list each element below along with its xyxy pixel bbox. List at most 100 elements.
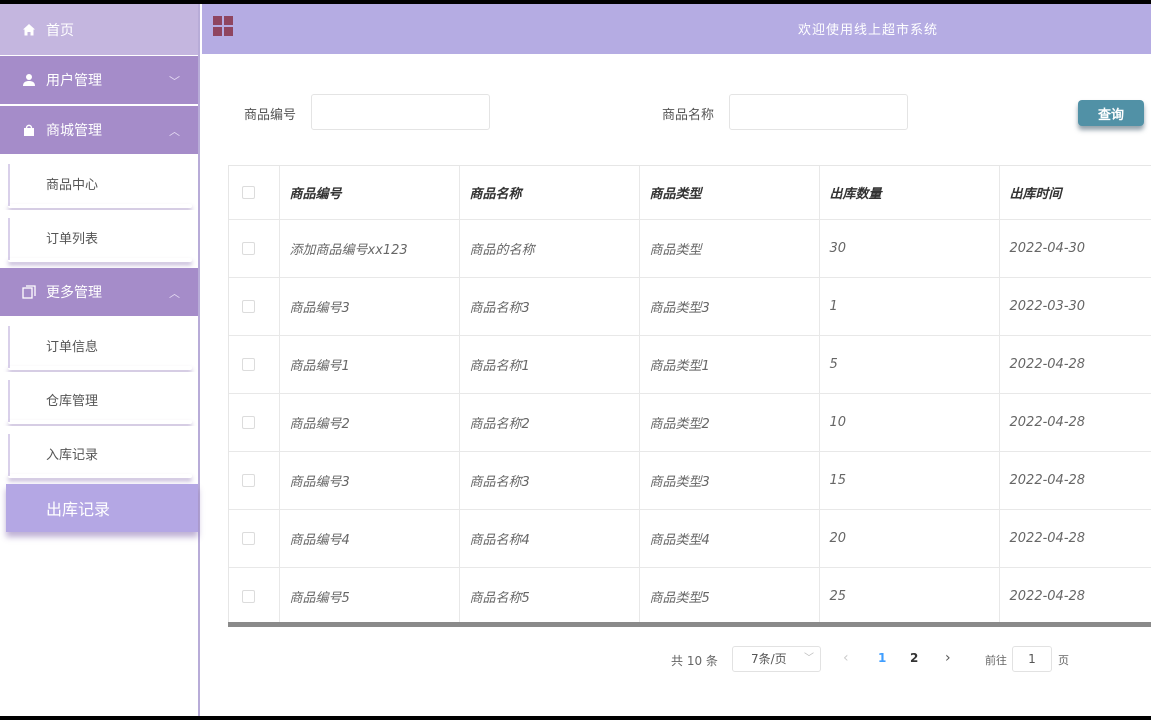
cell-quantity: 25 xyxy=(819,567,1000,626)
cell-product-code: 商品编号3 xyxy=(279,451,460,510)
frame-bottom-border xyxy=(0,716,1151,720)
sidebar: 首页 用户管理 ﹀ 商城管理 ︿ 商品中心 订单列表 更多管理 ︿ 订单信息 仓… xyxy=(0,4,200,716)
sidebar-item-order-info[interactable]: 订单信息 xyxy=(0,318,198,372)
copy-icon xyxy=(22,285,36,299)
sidebar-item-label: 订单信息 xyxy=(46,339,99,355)
page-suffix-label: 页 xyxy=(1058,654,1069,667)
row-select-cell xyxy=(229,277,280,336)
cell-time: 2022-04-28 xyxy=(999,451,1151,510)
product-code-label: 商品编号 xyxy=(244,108,297,123)
cell-quantity: 30 xyxy=(819,219,1000,278)
table-header-row: 商品编号 商品名称 商品类型 出库数量 出库时间 xyxy=(229,166,1151,220)
row-select-cell xyxy=(229,509,280,568)
cell-product-name: 商品名称5 xyxy=(459,567,640,626)
next-page-button[interactable]: › xyxy=(945,650,951,666)
row-select-cell xyxy=(229,451,280,510)
prev-page-button[interactable]: ‹ xyxy=(843,650,849,666)
cell-time: 2022-04-28 xyxy=(999,567,1151,626)
cell-product-name: 商品名称4 xyxy=(459,509,640,568)
top-header: 欢迎使用线上超市系统 xyxy=(202,4,1151,54)
sidebar-item-label: 商品中心 xyxy=(46,177,99,193)
column-header[interactable]: 商品名称 xyxy=(459,166,640,220)
cell-product-name: 商品名称2 xyxy=(459,393,640,452)
cell-time: 2022-04-30 xyxy=(999,219,1151,278)
grid-icon[interactable] xyxy=(213,16,233,36)
user-icon xyxy=(23,74,35,86)
select-all-cell xyxy=(229,166,280,220)
chevron-down-icon: ﹀ xyxy=(169,75,180,88)
sidebar-item-order-list[interactable]: 订单列表 xyxy=(0,210,198,264)
sidebar-group-label: 用户管理 xyxy=(46,73,102,89)
row-checkbox[interactable] xyxy=(242,357,255,371)
sidebar-group-mall[interactable]: 商城管理 ︿ xyxy=(0,106,198,156)
query-button[interactable]: 查询 xyxy=(1078,100,1144,126)
sidebar-item-label: 订单列表 xyxy=(46,231,99,247)
cell-quantity: 1 xyxy=(819,277,1000,336)
cell-product-type: 商品类型3 xyxy=(639,277,820,336)
product-name-label: 商品名称 xyxy=(662,108,715,123)
page-number-1[interactable]: 1 xyxy=(878,651,886,665)
page-number-2[interactable]: 2 xyxy=(910,651,918,665)
cell-quantity: 15 xyxy=(819,451,1000,510)
select-all-checkbox[interactable] xyxy=(242,185,255,199)
cell-product-code: 添加商品编号xx123 xyxy=(279,219,460,278)
product-code-input[interactable] xyxy=(311,94,490,130)
cell-product-type: 商品类型3 xyxy=(639,451,820,510)
cell-time: 2022-04-28 xyxy=(999,335,1151,394)
cell-product-type: 商品类型 xyxy=(639,219,820,278)
header-title: 欢迎使用线上超市系统 xyxy=(798,23,939,38)
row-checkbox[interactable] xyxy=(242,241,255,255)
row-checkbox[interactable] xyxy=(242,415,255,429)
row-checkbox[interactable] xyxy=(242,299,255,313)
table-row[interactable]: 商品编号5 商品名称5 商品类型5 25 2022-04-28 xyxy=(229,567,1151,626)
chevron-down-icon: ﹀ xyxy=(804,653,814,664)
shopping-bag-icon xyxy=(24,124,34,136)
cell-product-code: 商品编号3 xyxy=(279,277,460,336)
cell-product-code: 商品编号5 xyxy=(279,567,460,626)
sidebar-group-user[interactable]: 用户管理 ﹀ xyxy=(0,56,198,106)
product-name-input[interactable] xyxy=(729,94,908,130)
row-select-cell xyxy=(229,393,280,452)
sidebar-item-product-center[interactable]: 商品中心 xyxy=(0,156,198,210)
outbound-table: 商品编号 商品名称 商品类型 出库数量 出库时间 添加商品编号xx123 商品的… xyxy=(228,165,1151,627)
pagination-total: 共 10 条 xyxy=(671,654,718,668)
table-horizontal-scrollbar[interactable] xyxy=(228,622,1151,627)
cell-product-name: 商品的名称 xyxy=(459,219,640,278)
cell-quantity: 10 xyxy=(819,393,1000,452)
goto-label: 前往 xyxy=(985,654,1007,667)
sidebar-item-inbound-records[interactable]: 入库记录 xyxy=(0,426,198,480)
column-header[interactable]: 商品类型 xyxy=(639,166,820,220)
cell-product-type: 商品类型2 xyxy=(639,393,820,452)
cell-product-name: 商品名称3 xyxy=(459,451,640,510)
table-row[interactable]: 商品编号2 商品名称2 商品类型2 10 2022-04-28 xyxy=(229,393,1151,452)
sidebar-group-more[interactable]: 更多管理 ︿ xyxy=(0,268,198,318)
sidebar-item-home[interactable]: 首页 xyxy=(0,4,198,56)
cell-product-code: 商品编号4 xyxy=(279,509,460,568)
row-checkbox[interactable] xyxy=(242,473,255,487)
table-row[interactable]: 添加商品编号xx123 商品的名称 商品类型 30 2022-04-30 xyxy=(229,219,1151,278)
row-checkbox[interactable] xyxy=(242,531,255,545)
column-header[interactable]: 出库时间 xyxy=(999,166,1151,220)
chevron-up-icon: ︿ xyxy=(169,125,180,138)
column-header[interactable]: 出库数量 xyxy=(819,166,1000,220)
table-row[interactable]: 商品编号3 商品名称3 商品类型3 1 2022-03-30 xyxy=(229,277,1151,336)
column-header[interactable]: 商品编号 xyxy=(279,166,460,220)
sidebar-item-outbound-records[interactable]: 出库记录 xyxy=(6,484,198,532)
sidebar-item-label: 仓库管理 xyxy=(46,393,99,409)
cell-product-type: 商品类型5 xyxy=(639,567,820,626)
cell-quantity: 5 xyxy=(819,335,1000,394)
cell-product-name: 商品名称1 xyxy=(459,335,640,394)
cell-product-type: 商品类型4 xyxy=(639,509,820,568)
goto-page-input[interactable] xyxy=(1012,646,1052,672)
row-checkbox[interactable] xyxy=(242,589,255,603)
page-size-select[interactable]: 7条/页 ﹀ xyxy=(732,646,821,672)
table-row[interactable]: 商品编号1 商品名称1 商品类型1 5 2022-04-28 xyxy=(229,335,1151,394)
table-row[interactable]: 商品编号3 商品名称3 商品类型3 15 2022-04-28 xyxy=(229,451,1151,510)
sidebar-item-warehouse[interactable]: 仓库管理 xyxy=(0,372,198,426)
row-select-cell xyxy=(229,567,280,626)
cell-product-type: 商品类型1 xyxy=(639,335,820,394)
sidebar-item-label: 出库记录 xyxy=(46,500,111,519)
table-row[interactable]: 商品编号4 商品名称4 商品类型4 20 2022-04-28 xyxy=(229,509,1151,568)
pagination: 共 10 条 7条/页 ﹀ ‹ 1 2 › 前往 页 xyxy=(0,646,1151,672)
cell-product-code: 商品编号1 xyxy=(279,335,460,394)
